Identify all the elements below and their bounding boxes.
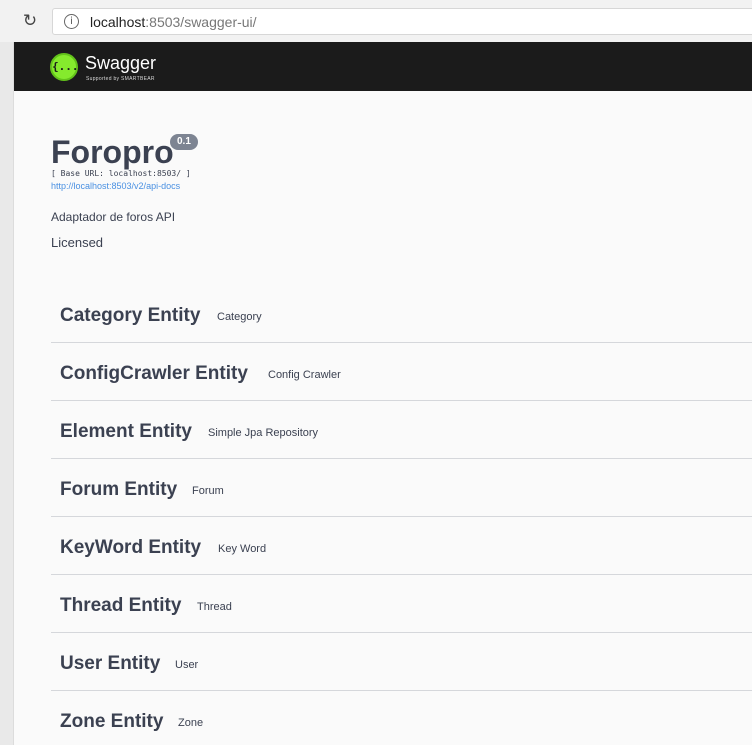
tag-section[interactable]: User Entity User bbox=[51, 633, 752, 691]
page-title: Foropro bbox=[51, 134, 174, 170]
tag-section[interactable]: Category Entity Category bbox=[51, 285, 752, 343]
url-path: :8503/swagger-ui/ bbox=[145, 14, 257, 30]
address-bar[interactable]: i localhost:8503/swagger-ui/ bbox=[52, 8, 752, 35]
tag-section[interactable]: Thread Entity Thread bbox=[51, 575, 752, 633]
tag-section[interactable]: ConfigCrawler Entity Config Crawler bbox=[51, 343, 752, 401]
tag-description: Category bbox=[217, 311, 262, 323]
tag-section[interactable]: Element Entity Simple Jpa Repository bbox=[51, 401, 752, 459]
tag-section[interactable]: KeyWord Entity Key Word bbox=[51, 517, 752, 575]
tag-description: Thread bbox=[197, 601, 232, 613]
base-url: [ Base URL: localhost:8503/ ] bbox=[51, 169, 191, 178]
tag-name[interactable]: Element Entity bbox=[60, 421, 192, 443]
tag-name[interactable]: Forum Entity bbox=[60, 479, 177, 501]
tag-section[interactable]: Forum Entity Forum bbox=[51, 459, 752, 517]
swagger-logo-icon[interactable]: {...} bbox=[50, 53, 85, 81]
tag-description: Config Crawler bbox=[268, 369, 341, 381]
swagger-brand[interactable]: Swagger bbox=[85, 53, 156, 74]
tag-name[interactable]: Thread Entity bbox=[60, 595, 181, 617]
tag-name[interactable]: Category Entity bbox=[60, 305, 200, 327]
tag-section[interactable]: Zone Entity Zone bbox=[51, 691, 752, 745]
swagger-tagline: Supported by SMARTBEAR bbox=[86, 76, 155, 82]
api-description: Adaptador de foros API bbox=[51, 210, 176, 224]
browser-toolbar: ↻ i localhost:8503/swagger-ui/ bbox=[0, 0, 752, 42]
url-host: localhost bbox=[90, 14, 146, 30]
tag-description: Forum bbox=[192, 485, 224, 497]
tag-description: Simple Jpa Repository bbox=[208, 427, 319, 439]
api-info: Foropro 0.1 [ Base URL: localhost:8503/ … bbox=[51, 134, 198, 250]
tag-name[interactable]: ConfigCrawler Entity bbox=[60, 363, 248, 385]
tag-description: Zone bbox=[178, 717, 204, 729]
tag-description: User bbox=[175, 659, 199, 671]
license-text: Licensed bbox=[51, 235, 104, 250]
tag-list: Category Entity Category ConfigCrawler E… bbox=[51, 285, 752, 745]
tag-name[interactable]: Zone Entity bbox=[60, 711, 163, 733]
swagger-topbar: {...} Swagger Supported by SMARTBEAR bbox=[14, 42, 752, 91]
api-docs-link[interactable]: http://localhost:8503/v2/api-docs bbox=[51, 181, 180, 191]
address-text[interactable]: localhost:8503/swagger-ui/ bbox=[90, 14, 257, 30]
version-badge: 0.1 bbox=[170, 134, 198, 150]
tag-name[interactable]: User Entity bbox=[60, 653, 160, 675]
tag-name[interactable]: KeyWord Entity bbox=[60, 537, 201, 559]
reload-icon[interactable]: ↻ bbox=[20, 11, 40, 31]
info-icon[interactable]: i bbox=[64, 14, 79, 29]
swagger-page: {...} Swagger Supported by SMARTBEAR For… bbox=[13, 42, 752, 745]
tag-description: Key Word bbox=[218, 543, 267, 555]
